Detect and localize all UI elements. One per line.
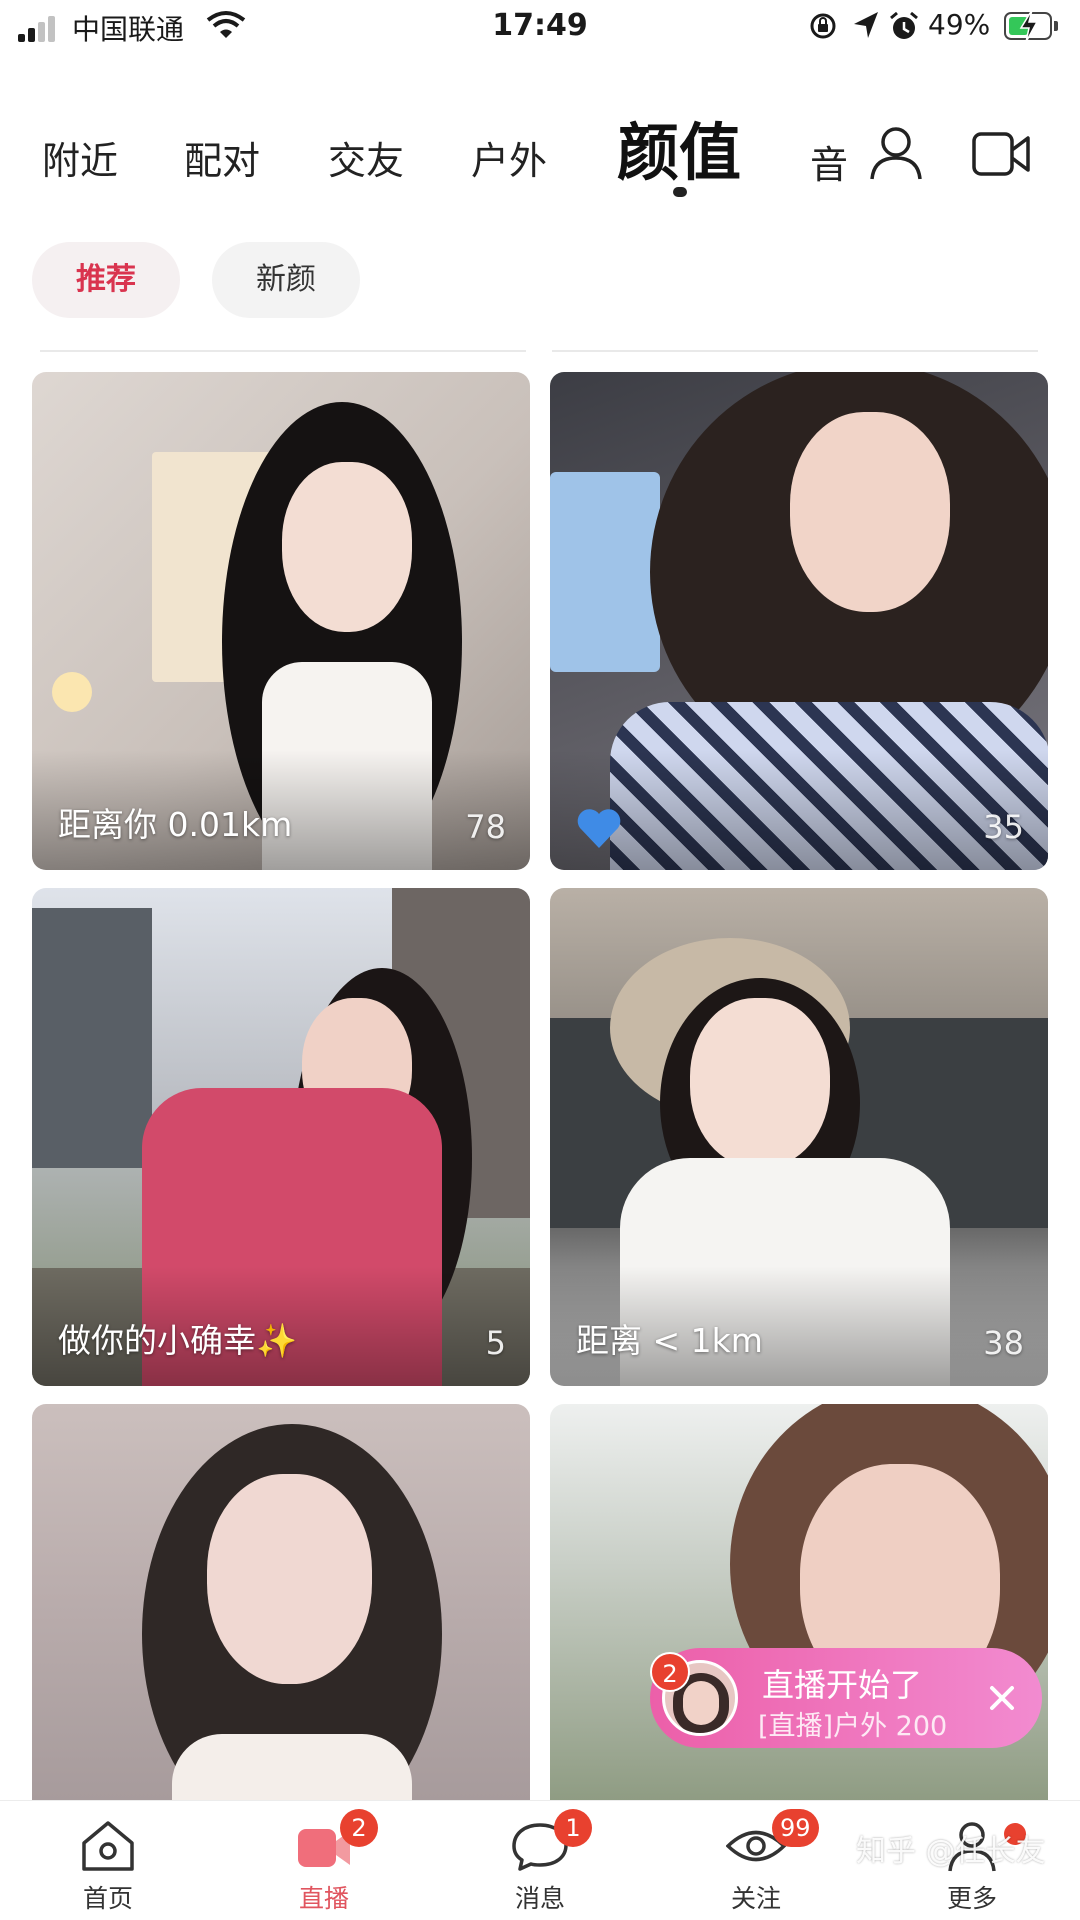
person-face (790, 412, 950, 612)
messages-badge: 1 (554, 1809, 592, 1847)
live-badge: 2 (340, 1809, 378, 1847)
card-caption: 距离 < 1km (576, 1321, 763, 1360)
viewer-count: 78 (465, 808, 506, 846)
live-card[interactable]: 做你的小确幸✨ 5 (32, 888, 530, 1386)
card-caption: 做你的小确幸✨ (58, 1321, 298, 1360)
lamp (52, 672, 92, 712)
toast-title: 直播开始了 (762, 1666, 923, 1704)
building (32, 908, 152, 1168)
bottom-tab-messages[interactable]: 1 消息 (460, 1801, 620, 1920)
profile-icon[interactable] (868, 124, 924, 182)
bottom-tab-home[interactable]: 首页 (28, 1801, 188, 1920)
tab-looks[interactable]: 颜值 (617, 102, 741, 192)
bottom-tab-following[interactable]: 99 关注 (676, 1801, 836, 1920)
active-tab-indicator (673, 187, 687, 197)
tab-music-partial[interactable]: 音 (810, 134, 848, 189)
viewer-count: 5 (485, 1324, 506, 1362)
status-bar: 中国联通 17:49 49% (0, 0, 1080, 56)
charging-bolt-icon (1019, 9, 1039, 43)
subtab-new-faces[interactable]: 新颜 (212, 242, 360, 318)
person-face (207, 1474, 372, 1684)
blue-heart-icon (577, 809, 621, 848)
card-caption: 距离你 0.01km (58, 805, 293, 844)
tab-friends[interactable]: 交友 (328, 130, 404, 185)
person-top (172, 1734, 412, 1800)
tab-match[interactable]: 配对 (184, 130, 260, 185)
subtab-recommended[interactable]: 推荐 (32, 242, 180, 318)
battery-percent: 49% (928, 8, 991, 41)
live-card[interactable]: 距离你 0.01km 78 (32, 372, 530, 870)
location-arrow-icon (854, 12, 878, 38)
top-nav: 附近 配对 交友 户外 颜值 音 (0, 96, 1080, 206)
home-icon (82, 1821, 134, 1871)
close-icon[interactable] (980, 1676, 1024, 1720)
viewer-count: 35 (983, 808, 1024, 846)
tab-outdoor[interactable]: 户外 (471, 130, 547, 185)
car-window (550, 472, 660, 672)
live-start-toast[interactable]: 2 直播开始了 [直播]户外 200 (650, 1648, 1042, 1748)
watermark: 知乎 @任长友 (856, 1834, 1046, 1869)
toast-subtitle: [直播]户外 200 (758, 1711, 948, 1742)
toast-count-badge: 2 (650, 1652, 690, 1692)
divider (552, 350, 1038, 352)
video-camera-icon[interactable] (972, 130, 1032, 178)
tab-nearby[interactable]: 附近 (42, 130, 118, 185)
live-card[interactable]: 距离 < 1km 38 (550, 888, 1048, 1386)
viewer-count: 38 (983, 1324, 1024, 1362)
bottom-tab-live[interactable]: 2 直播 (244, 1801, 404, 1920)
following-badge: 99 (772, 1809, 819, 1847)
person-face (282, 462, 412, 632)
divider (40, 350, 526, 352)
live-card[interactable] (32, 1404, 530, 1800)
live-card[interactable]: 35 (550, 372, 1048, 870)
person-face (690, 998, 830, 1168)
rotation-lock-icon (810, 13, 836, 39)
alarm-icon (890, 11, 918, 39)
